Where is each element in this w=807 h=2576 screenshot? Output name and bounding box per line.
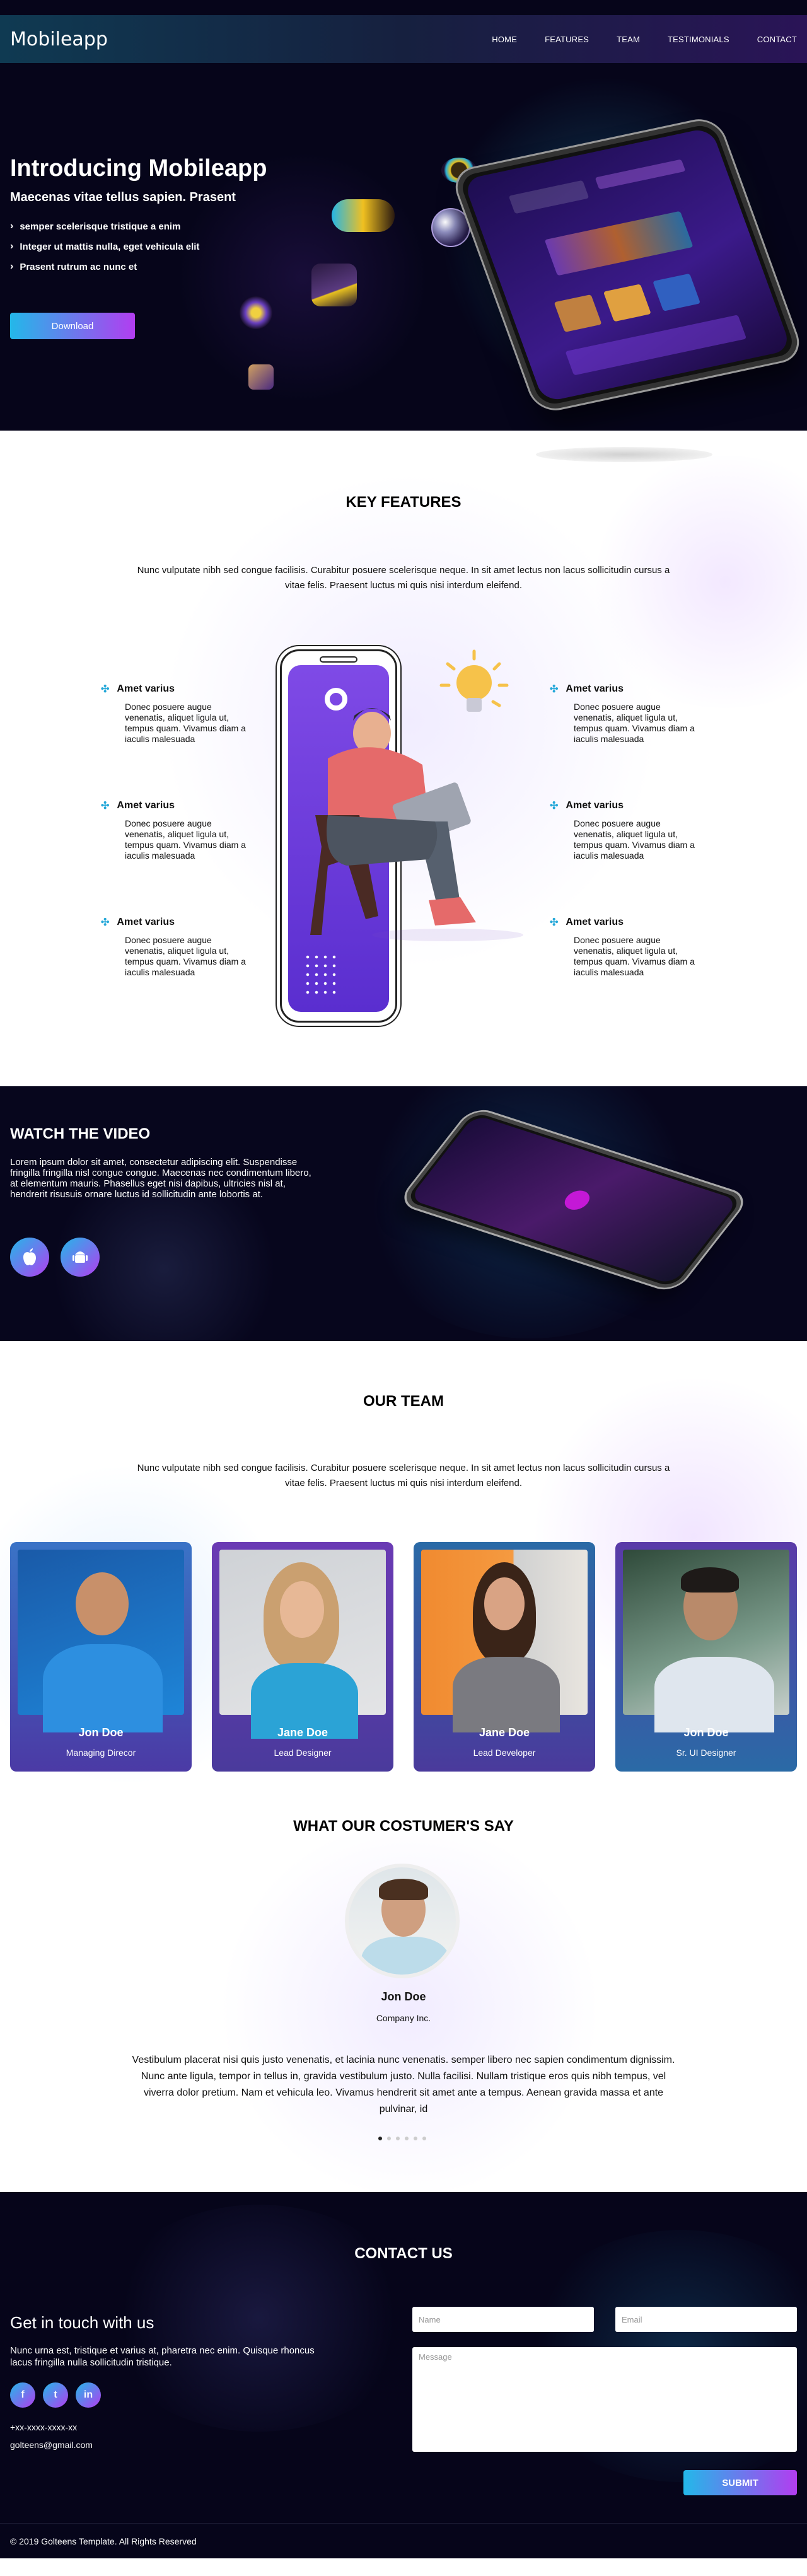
nav-item-contact[interactable]: CONTACT bbox=[757, 35, 797, 44]
team-member-name: Jon Doe bbox=[683, 1726, 729, 1739]
features-section: KEY FEATURES Nunc vulputate nibh sed con… bbox=[0, 431, 807, 1086]
team-card[interactable]: Jon Doe Managing Direcor bbox=[10, 1542, 192, 1772]
top-navbar: Mobileapp HOME FEATURES TEAM TESTIMONIAL… bbox=[0, 15, 807, 63]
footer: © 2019 Golteens Template. All Rights Res… bbox=[0, 2523, 807, 2558]
nav-item-team[interactable]: TEAM bbox=[617, 35, 640, 44]
team-member-name: Jane Doe bbox=[479, 1726, 530, 1739]
feature-bullet-icon: ✣ bbox=[550, 917, 559, 928]
apple-icon[interactable] bbox=[10, 1238, 49, 1277]
hero-bullet: › semper scelerisque tristique a enim bbox=[10, 221, 181, 232]
carousel-dot[interactable] bbox=[414, 2137, 417, 2140]
hero-bullets: › semper scelerisque tristique a enim › In… bbox=[10, 221, 199, 281]
team-title: OUR TEAM bbox=[363, 1393, 444, 1410]
twitter-icon[interactable]: t bbox=[43, 2382, 68, 2408]
team-member-photo bbox=[623, 1550, 789, 1732]
team-member-role: Sr. UI Designer bbox=[676, 1748, 736, 1758]
team-member-role: Lead Designer bbox=[274, 1748, 332, 1758]
floating-card-icon bbox=[248, 364, 274, 390]
lightbulb-icon bbox=[439, 649, 509, 712]
chevron-right-icon: › bbox=[10, 261, 14, 272]
carousel-dot[interactable] bbox=[405, 2137, 409, 2140]
nav-links: HOME FEATURES TEAM TESTIMONIALS CONTACT bbox=[492, 35, 797, 44]
testimonial-name: Jon Doe bbox=[381, 1990, 426, 2003]
team-card[interactable]: Jane Doe Lead Designer bbox=[212, 1542, 393, 1772]
testimonial-company: Company Inc. bbox=[376, 2013, 431, 2023]
brand-logo[interactable]: Mobileapp bbox=[10, 28, 108, 50]
carousel-dot[interactable] bbox=[387, 2137, 391, 2140]
contact-email[interactable]: golteens@gmail.com bbox=[10, 2440, 93, 2450]
team-description: Nunc vulputate nibh sed congue facilisis… bbox=[137, 1463, 670, 1488]
feature-bullet-icon: ✣ bbox=[101, 917, 110, 928]
hero-bullet: › Integer ut mattis nulla, eget vehicula … bbox=[10, 241, 200, 252]
feature-bullet-icon: ✣ bbox=[101, 684, 110, 695]
linkedin-icon[interactable]: in bbox=[76, 2382, 101, 2408]
carousel-dots bbox=[378, 2137, 426, 2140]
testimonials-title: WHAT OUR COSTUMER'S SAY bbox=[293, 1818, 514, 1835]
video-section: WATCH THE VIDEO Lorem ipsum dolor sit am… bbox=[0, 1086, 807, 1341]
feature-bullet-icon: ✣ bbox=[550, 684, 559, 695]
contact-section: CONTACT US Get in touch with us Nunc urn… bbox=[0, 2192, 807, 2523]
team-member-photo bbox=[421, 1550, 588, 1732]
name-field[interactable] bbox=[412, 2307, 594, 2332]
hero-section: Introducing Mobileapp Maecenas vitae tel… bbox=[0, 0, 807, 431]
contact-text: Nunc urna est, tristique et varius at, p… bbox=[10, 2345, 315, 2368]
android-icon[interactable] bbox=[61, 1238, 100, 1277]
feature-item: ✣ Amet varius Donec posuere augue venenat… bbox=[101, 683, 246, 744]
testimonial-avatar bbox=[345, 1864, 460, 1978]
team-section: OUR TEAM Nunc vulputate nibh sed congue … bbox=[0, 1341, 807, 2192]
team-member-role: Managing Direcor bbox=[66, 1748, 136, 1758]
carousel-dot[interactable] bbox=[396, 2137, 400, 2140]
feature-bullet-icon: ✣ bbox=[550, 801, 559, 811]
floating-bell-icon bbox=[240, 296, 272, 329]
nav-item-testimonials[interactable]: TESTIMONIALS bbox=[668, 35, 729, 44]
carousel-dot[interactable] bbox=[422, 2137, 426, 2140]
team-card[interactable]: Jane Doe Lead Developer bbox=[414, 1542, 595, 1772]
team-member-photo bbox=[18, 1550, 184, 1732]
contact-heading: Get in touch with us bbox=[10, 2313, 154, 2332]
team-member-photo bbox=[219, 1550, 386, 1739]
floating-bubble-icon bbox=[431, 208, 470, 247]
video-title: WATCH THE VIDEO bbox=[10, 1125, 151, 1142]
features-description: Nunc vulputate nibh sed congue facilisis… bbox=[137, 565, 670, 591]
message-field[interactable] bbox=[412, 2347, 797, 2452]
team-card[interactable]: Jon Doe Sr. UI Designer bbox=[615, 1542, 797, 1772]
feature-item: ✣ Amet varius Donec posuere augue venenat… bbox=[550, 917, 695, 977]
hero-bullet: › Prasent rutrum ac nunc et bbox=[10, 261, 137, 272]
carousel-dot[interactable] bbox=[378, 2137, 382, 2140]
feature-item: ✣ Amet varius Donec posuere augue venenat… bbox=[550, 800, 695, 861]
feature-item: ✣ Amet varius Donec posuere augue venenat… bbox=[101, 917, 246, 977]
submit-button[interactable]: SUBMIT bbox=[683, 2470, 797, 2495]
feature-item: ✣ Amet varius Donec posuere augue venenat… bbox=[101, 800, 246, 861]
chevron-right-icon: › bbox=[10, 241, 14, 252]
footer-copyright: © 2019 Golteens Template. All Rights Res… bbox=[10, 2536, 197, 2546]
nav-item-features[interactable]: FEATURES bbox=[545, 35, 589, 44]
contact-title: CONTACT US bbox=[354, 2245, 453, 2262]
team-member-name: Jon Doe bbox=[78, 1726, 124, 1739]
floating-box-icon bbox=[311, 264, 357, 306]
chevron-right-icon: › bbox=[10, 221, 14, 231]
facebook-icon[interactable]: f bbox=[10, 2382, 35, 2408]
download-button[interactable]: Download bbox=[10, 313, 135, 339]
hero-subtitle: Maecenas vitae tellus sapien. Prasent bbox=[10, 190, 236, 204]
floating-headphones-icon bbox=[332, 199, 395, 232]
testimonial-text: Vestibulum placerat nisi quis justo vene… bbox=[132, 2055, 675, 2115]
feature-item: ✣ Amet varius Donec posuere augue venenat… bbox=[550, 683, 695, 744]
nav-item-home[interactable]: HOME bbox=[492, 35, 517, 44]
contact-phone: +xx-xxxx-xxxx-xx bbox=[10, 2422, 78, 2432]
team-member-name: Jane Doe bbox=[277, 1726, 328, 1739]
email-field[interactable] bbox=[615, 2307, 797, 2332]
hero-title: Introducing Mobileapp bbox=[10, 155, 267, 182]
team-member-role: Lead Developer bbox=[473, 1748, 536, 1758]
feature-bullet-icon: ✣ bbox=[101, 801, 110, 811]
video-text: Lorem ipsum dolor sit amet, consectetur … bbox=[10, 1157, 311, 1200]
features-title: KEY FEATURES bbox=[345, 494, 462, 511]
